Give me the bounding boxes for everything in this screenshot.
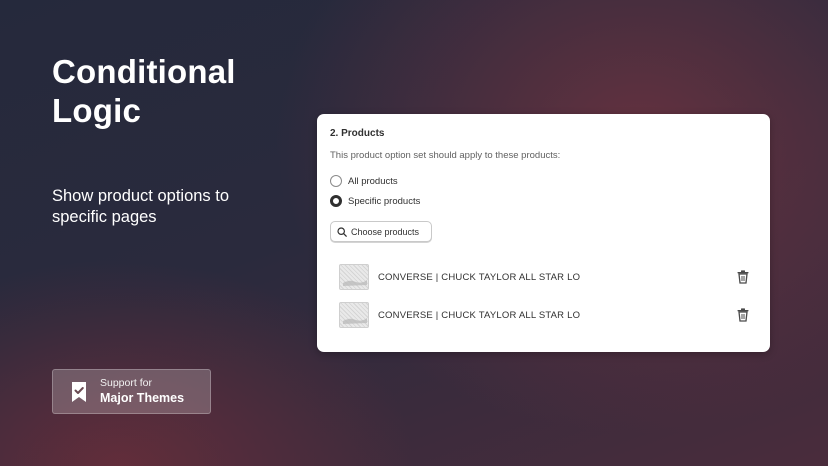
- product-name: CONVERSE | CHUCK TAYLOR ALL STAR LO: [378, 309, 581, 321]
- badge-text: Support for Major Themes: [100, 377, 184, 406]
- badge-small-text: Support for: [100, 377, 152, 389]
- card-description: This product option set should apply to …: [330, 150, 561, 161]
- radio-label: Specific products: [348, 195, 421, 207]
- product-thumbnail: [339, 264, 369, 290]
- products-card: 2. Products This product option set shou…: [317, 114, 770, 352]
- hero-title: Conditional Logic: [52, 52, 292, 130]
- hero-title-line2: Logic: [52, 92, 141, 129]
- search-icon: [337, 226, 347, 237]
- product-thumbnail: [339, 302, 369, 328]
- hero-subtitle-line1: Show product options to: [52, 187, 230, 205]
- hero-subtitle: Show product options to specific pages: [52, 186, 272, 228]
- choose-products-label: Choose products: [351, 226, 420, 237]
- product-name: CONVERSE | CHUCK TAYLOR ALL STAR LO: [378, 271, 581, 283]
- hero-subtitle-line2: specific pages: [52, 208, 157, 226]
- choose-products-button[interactable]: Choose products: [330, 221, 432, 242]
- badge-big-text: Major Themes: [100, 391, 185, 405]
- radio-button-checked[interactable]: [330, 195, 342, 207]
- delete-icon[interactable]: [737, 270, 749, 284]
- hero-title-line1: Conditional: [52, 53, 236, 90]
- radio-label: All products: [348, 175, 398, 187]
- product-row: CONVERSE | CHUCK TAYLOR ALL STAR LO: [339, 263, 749, 291]
- card-title: 2. Products: [330, 128, 385, 139]
- bookmark-check-icon: [72, 381, 86, 402]
- product-row: CONVERSE | CHUCK TAYLOR ALL STAR LO: [339, 301, 749, 329]
- radio-specific-products[interactable]: Specific products: [330, 195, 420, 207]
- delete-icon[interactable]: [737, 308, 749, 322]
- radio-all-products[interactable]: All products: [330, 175, 398, 187]
- radio-button-unchecked[interactable]: [330, 175, 342, 187]
- themes-badge: Support for Major Themes: [52, 369, 211, 414]
